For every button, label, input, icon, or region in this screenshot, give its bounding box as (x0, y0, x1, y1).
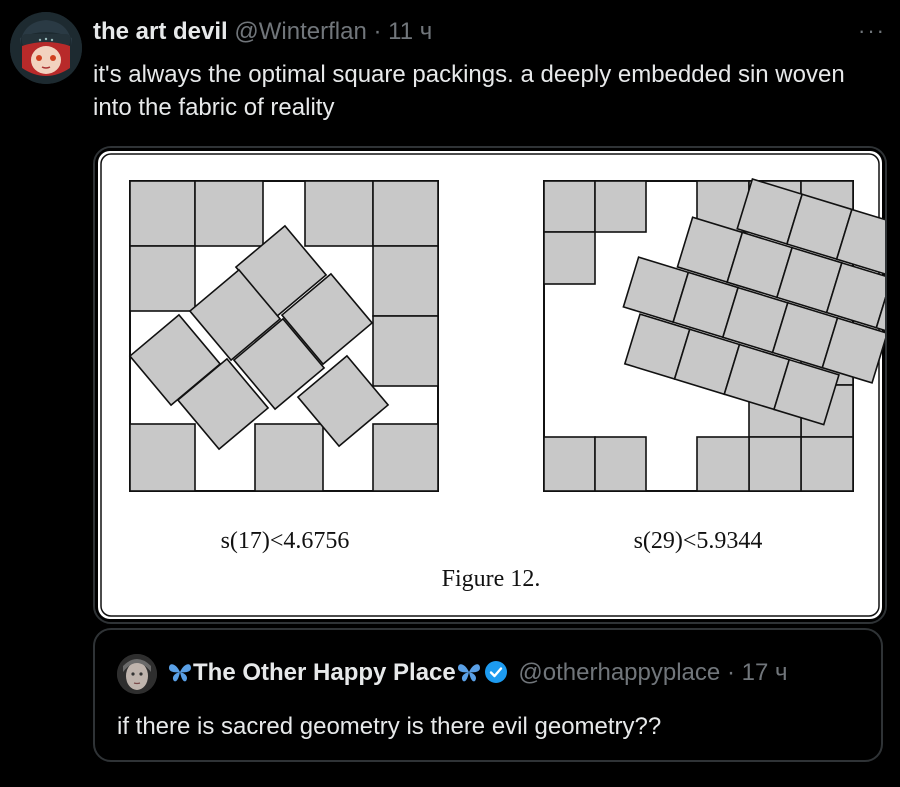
verified-badge-icon (484, 660, 508, 694)
separator-dot: · (373, 18, 382, 45)
square-packing-figure: s(17)<4.6756 s(29)<5.9344 Figure 12. (95, 148, 885, 622)
more-horizontal-icon[interactable]: ··· (858, 18, 886, 44)
quote-author-line: The Other Happy Place @otherhappyplace ·… (167, 656, 787, 694)
author-avatar[interactable] (10, 12, 82, 84)
author-line: the art devil @Winterflan · 11 ч (93, 16, 432, 48)
quote-author-name[interactable]: The Other Happy Place (193, 659, 456, 686)
butterfly-icon (456, 660, 482, 694)
quote-author-avatar[interactable] (117, 654, 157, 694)
packing-17 (128, 180, 439, 492)
tweet-media-image[interactable]: s(17)<4.6756 s(29)<5.9344 Figure 12. (93, 146, 887, 624)
quote-post-time[interactable]: 17 ч (742, 659, 788, 686)
figure-title: Figure 12. (442, 566, 541, 592)
quote-author-handle[interactable]: @otherhappyplace (518, 659, 720, 686)
quote-separator-dot: · (726, 659, 735, 686)
quote-text: if there is sacred geometry is there evi… (117, 713, 662, 740)
quote-avatar-image (117, 654, 157, 694)
quoted-tweet[interactable]: The Other Happy Place @otherhappyplace ·… (93, 628, 883, 762)
butterfly-icon (167, 660, 193, 694)
author-handle[interactable]: @Winterflan (234, 18, 366, 45)
left-caption: s(17)<4.6756 (221, 528, 350, 554)
tweet-text: it's always the optimal square packings.… (93, 61, 845, 121)
author-name[interactable]: the art devil (93, 18, 228, 45)
avatar-image (10, 12, 82, 84)
right-caption: s(29)<5.9344 (634, 528, 763, 554)
packing-29 (543, 178, 885, 492)
post-time[interactable]: 11 ч (388, 18, 432, 45)
